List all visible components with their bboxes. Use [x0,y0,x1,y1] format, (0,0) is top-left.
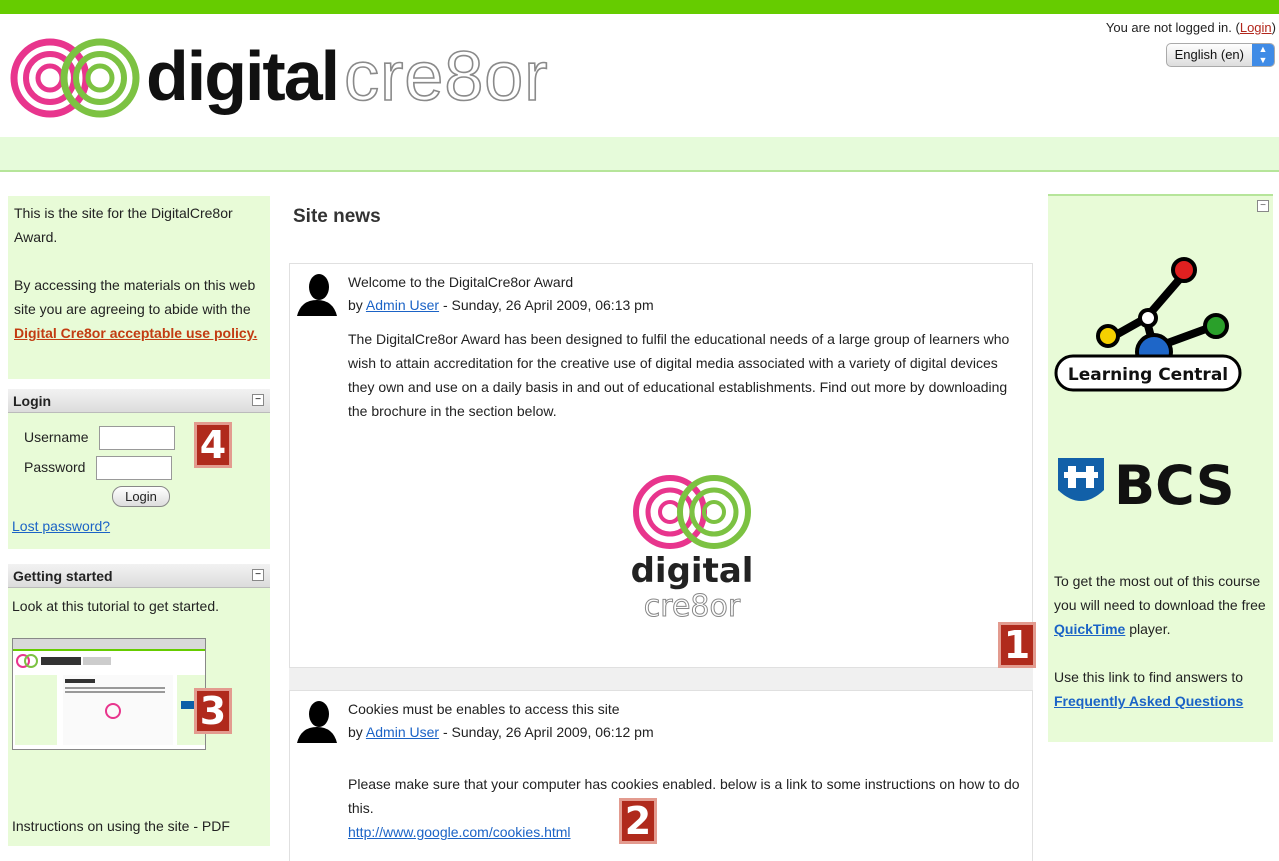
logo-text-cre8or: cre8or [343,36,549,116]
about-block: This is the site for the DigitalCre8or A… [8,196,270,379]
post-image-text-cre8or: cre8or [644,589,741,620]
post-title: Cookies must be enables to access this s… [348,701,620,717]
getting-started-text: Look at this tutorial to get started. [12,598,220,614]
password-input[interactable] [96,456,172,480]
lost-password-link[interactable]: Lost password? [12,518,110,534]
annotation-badge-2: 2 [619,798,657,844]
not-logged-in-text: You are not logged in. [1105,20,1232,35]
right-info-text: To get the most out of this course you w… [1054,569,1266,713]
news-post: Welcome to the DigitalCre8or Award by Ad… [289,263,1033,668]
logo-rings-icon [10,38,140,118]
username-label: Username [24,429,89,445]
tutorial-screenshot-icon [13,639,205,745]
post-title: Welcome to the DigitalCre8or Award [348,274,574,290]
post-divider [289,668,1033,690]
post-byline: by Admin User - Sunday, 26 April 2009, 0… [348,724,654,740]
annotation-badge-1: 1 [998,622,1036,668]
right-block: − Learning Central BCS To get the most o… [1048,194,1273,742]
tutorial-thumbnail[interactable] [12,638,206,750]
annotation-badge-3: 3 [194,688,232,734]
language-select[interactable]: English (en) ▲ ▼ [1165,43,1275,67]
instructions-pdf-text[interactable]: Instructions on using the site - PDF [12,818,230,834]
select-arrows-icon: ▲ ▼ [1252,44,1274,66]
policy-link[interactable]: Digital Cre8or acceptable use policy. [14,325,257,341]
username-input[interactable] [99,426,175,450]
collapse-icon[interactable]: − [252,394,264,406]
cookies-link[interactable]: http://www.google.com/cookies.html [348,824,571,840]
getting-started-header: Getting started − [8,564,270,588]
login-block: Login − Username Password Login Lost pas… [8,389,270,549]
getting-started-title: Getting started [13,568,113,584]
login-button[interactable]: Login [112,486,170,507]
login-info: You are not logged in. (Login) [1105,20,1276,35]
post-image-text-digital: digital [631,551,754,591]
top-accent-bar [0,0,1279,14]
post-date: - Sunday, 26 April 2009, 06:12 pm [439,724,654,740]
login-block-title: Login [13,393,52,409]
collapse-icon[interactable]: − [1257,200,1269,212]
post-byline: by Admin User - Sunday, 26 April 2009, 0… [348,297,654,313]
faq-text: Use this link to find answers to [1054,669,1244,685]
user-avatar-icon [297,701,337,743]
nav-bar [0,137,1279,172]
quicktime-text-end: player. [1129,621,1171,637]
site-logo[interactable]: digitalcre8or [8,34,598,122]
quicktime-link[interactable]: QuickTime [1054,621,1125,637]
login-block-header: Login − [8,389,270,413]
bcs-logo-icon[interactable]: BCS [1054,454,1244,512]
about-policy-text: By accessing the materials on this web s… [14,277,256,317]
learning-central-logo-icon[interactable]: Learning Central [1054,256,1242,394]
collapse-icon[interactable]: − [252,569,264,581]
about-intro: This is the site for the DigitalCre8or A… [14,205,233,245]
post-body: Please make sure that your computer has … [348,772,1028,844]
password-label: Password [24,459,86,475]
post-body-text: Please make sure that your computer has … [348,776,1020,816]
post-author-link[interactable]: Admin User [366,297,439,313]
digital-cre8or-logo-icon: digital cre8or [631,475,754,620]
learning-central-text: Learning Central [1068,365,1228,385]
logo-text-digital: digital [146,37,340,115]
post-author-link[interactable]: Admin User [366,724,439,740]
language-select-value: English (en) [1174,47,1244,62]
quicktime-text: To get the most out of this course you w… [1054,573,1266,613]
bcs-text: BCS [1114,454,1235,512]
news-post: Cookies must be enables to access this s… [289,690,1033,861]
annotation-badge-4: 4 [194,422,232,468]
user-avatar-icon [297,274,337,316]
header-login-link[interactable]: Login [1240,20,1272,35]
post-date: - Sunday, 26 April 2009, 06:13 pm [439,297,654,313]
faq-link[interactable]: Frequently Asked Questions [1054,693,1243,709]
site-news-heading: Site news [293,206,381,227]
post-body: The DigitalCre8or Award has been designe… [348,331,1010,419]
